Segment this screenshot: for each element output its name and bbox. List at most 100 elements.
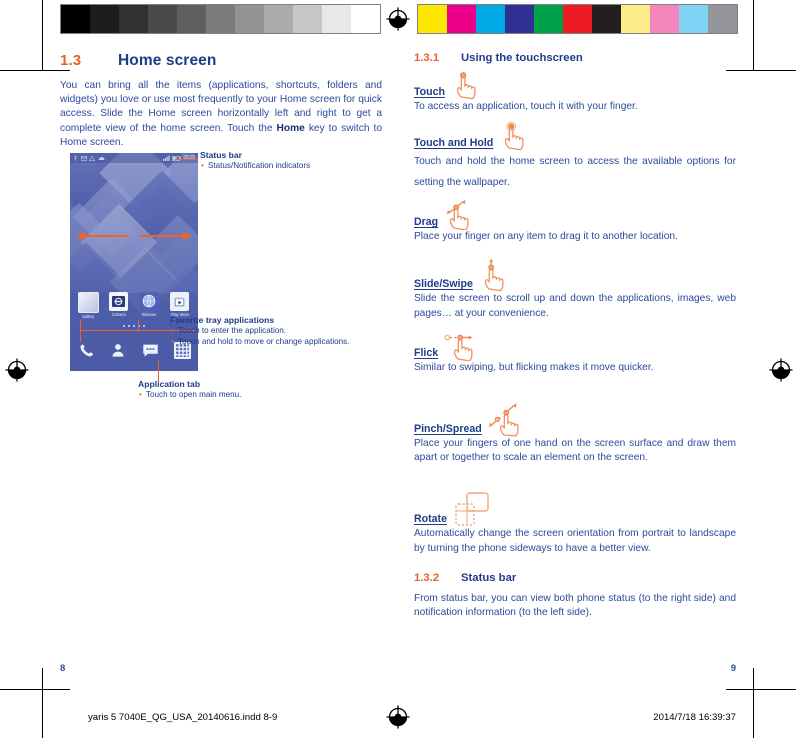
print-page: 1.3 Home screen You can bring all the it… [0, 0, 796, 738]
slide-hand-icon [479, 259, 523, 292]
color-patch [708, 5, 737, 33]
crop-mark-bl-h [0, 689, 70, 690]
section-title: Home screen [118, 52, 217, 69]
page-dot [128, 325, 130, 327]
app-icon-gallery[interactable]: Gallery [75, 291, 101, 319]
page-title-using-touchscreen: 1.3.1 Using the touchscreen [414, 52, 736, 64]
registration-target-icon-left [4, 357, 30, 383]
gesture-text-pinch-spread: Place your fingers of one hand on the sc… [414, 438, 736, 464]
signal-icon [163, 155, 171, 161]
color-patch [505, 5, 534, 33]
callout-application-tab: Application tab Touch to open main menu. [138, 379, 338, 401]
app-icon-camera[interactable]: Camera [106, 291, 132, 320]
callout-item: Touch to open main menu. [138, 390, 338, 401]
app-label: Browser [142, 312, 157, 317]
gray-patch [148, 5, 177, 33]
callout-list: Status/Notification indicators [200, 161, 390, 172]
gesture-text-rotate: Automatically change the screen orientat… [414, 528, 736, 554]
leader-line-tray-v1 [138, 320, 140, 330]
gesture-term: Touch [414, 86, 445, 98]
gesture-text-flick: Similar to swiping, but flicking makes i… [414, 361, 654, 373]
intro-paragraph: You can bring all the items (application… [60, 80, 382, 148]
touch-hand-icon [451, 68, 495, 100]
section-number: 1.3.1 [414, 52, 440, 64]
print-timestamp: 2014/7/18 16:39:37 [653, 712, 736, 723]
gallery-icon [77, 291, 99, 313]
gesture-heading-drag: Drag [414, 200, 736, 231]
touch-hold-hand-icon [499, 119, 543, 151]
color-calibration-strip [417, 4, 738, 34]
gesture-term: Slide/Swipe [414, 278, 473, 291]
callout-list: Touch to open main menu. [138, 390, 338, 401]
phone-icon[interactable] [75, 339, 97, 361]
callout-title: Favorite tray applications [170, 315, 275, 325]
section-title: Using the touchscreen [461, 52, 583, 64]
app-icon-browser[interactable]: Browser [136, 291, 162, 320]
gesture-term: Flick [414, 346, 439, 359]
rotate-phone-icon [453, 492, 503, 527]
status-notification-icons [73, 155, 163, 161]
pinch-spread-hand-icon [488, 403, 538, 437]
page-title-status-bar: 1.3.2 Status bar [414, 572, 736, 584]
horizontal-swipe-arrows [76, 231, 192, 241]
callout-title: Application tab [138, 379, 201, 389]
right-page-column: 1.3.1 Using the touchscreen Touch To acc… [414, 52, 736, 629]
gesture-heading-pinch-spread: Pinch/Spread [414, 401, 736, 437]
contacts-icon[interactable] [107, 339, 129, 361]
gray-patch [322, 5, 351, 33]
gesture-heading-flick: Flick [414, 333, 736, 361]
leader-line-status-bar [175, 159, 197, 161]
crop-mark-tl-v [42, 0, 43, 70]
crop-mark-br-v [753, 668, 754, 738]
drag-hand-icon [444, 198, 488, 231]
messaging-icon[interactable] [139, 339, 161, 361]
crop-mark-tr-h [726, 70, 796, 71]
gesture-heading-slide-swipe: Slide/Swipe [414, 259, 736, 292]
warning-icon [89, 155, 95, 161]
grayscale-calibration-strip [60, 4, 381, 34]
print-file-name: yaris 5 7040E_QG_USA_20140616.indd 8-9 [88, 712, 278, 723]
gesture-term: Rotate [414, 513, 447, 526]
page-dot [123, 325, 125, 327]
callout-item: Status/Notification indicators [200, 161, 390, 172]
flick-hand-icon [444, 329, 488, 361]
crop-mark-tr-v [753, 0, 754, 70]
status-bar-paragraph: From status bar, you can view both phone… [414, 592, 736, 619]
section-title: Status bar [461, 571, 517, 584]
callout-item: Touch and hold to move or change applica… [170, 337, 370, 348]
app-label: Gallery [81, 314, 95, 319]
gesture-text-drag: Place your finger on any item to drag it… [414, 231, 678, 243]
registration-target-icon-right [768, 357, 794, 383]
registration-target-icon-top [385, 6, 411, 32]
registration-target-icon-bottom [385, 704, 411, 730]
page-title-home-screen: 1.3 Home screen [60, 52, 382, 70]
crop-mark-bl-v [42, 668, 43, 738]
callout-status-bar: Status bar Status/Notification indicator… [200, 150, 390, 172]
gesture-text-touch-and-hold: Touch and hold the home screen to access… [414, 156, 736, 189]
gray-patch [61, 5, 90, 33]
gesture-heading-touch: Touch [414, 72, 736, 100]
gesture-term: Touch and Hold [414, 137, 494, 150]
camera-icon [109, 291, 129, 311]
callout-list: Touch to enter the application. Touch an… [170, 326, 370, 348]
gesture-term: Pinch/Spread [414, 423, 482, 436]
crop-mark-br-h [726, 689, 796, 690]
gray-patch [351, 5, 380, 33]
page-number-right: 9 [730, 663, 736, 674]
callout-item: Touch to enter the application. [170, 326, 370, 337]
gray-patch [264, 5, 293, 33]
gesture-text-touch: To access an application, touch it with … [414, 101, 638, 112]
gesture-term: Drag [414, 216, 439, 229]
page-number-left: 8 [60, 663, 66, 674]
left-page-column: 1.3 Home screen You can bring all the it… [60, 52, 382, 159]
play-store-icon [170, 291, 190, 311]
color-patch [592, 5, 621, 33]
gesture-heading-touch-and-hold: Touch and Hold [414, 121, 736, 151]
gray-patch [206, 5, 235, 33]
section-number: 1.3.2 [414, 571, 440, 584]
color-patch [679, 5, 708, 33]
home-key-bold: Home [276, 122, 305, 134]
gray-patch [293, 5, 322, 33]
callout-favorite-tray: Favorite tray applications Touch to ente… [170, 315, 370, 348]
page-dot [143, 325, 145, 327]
